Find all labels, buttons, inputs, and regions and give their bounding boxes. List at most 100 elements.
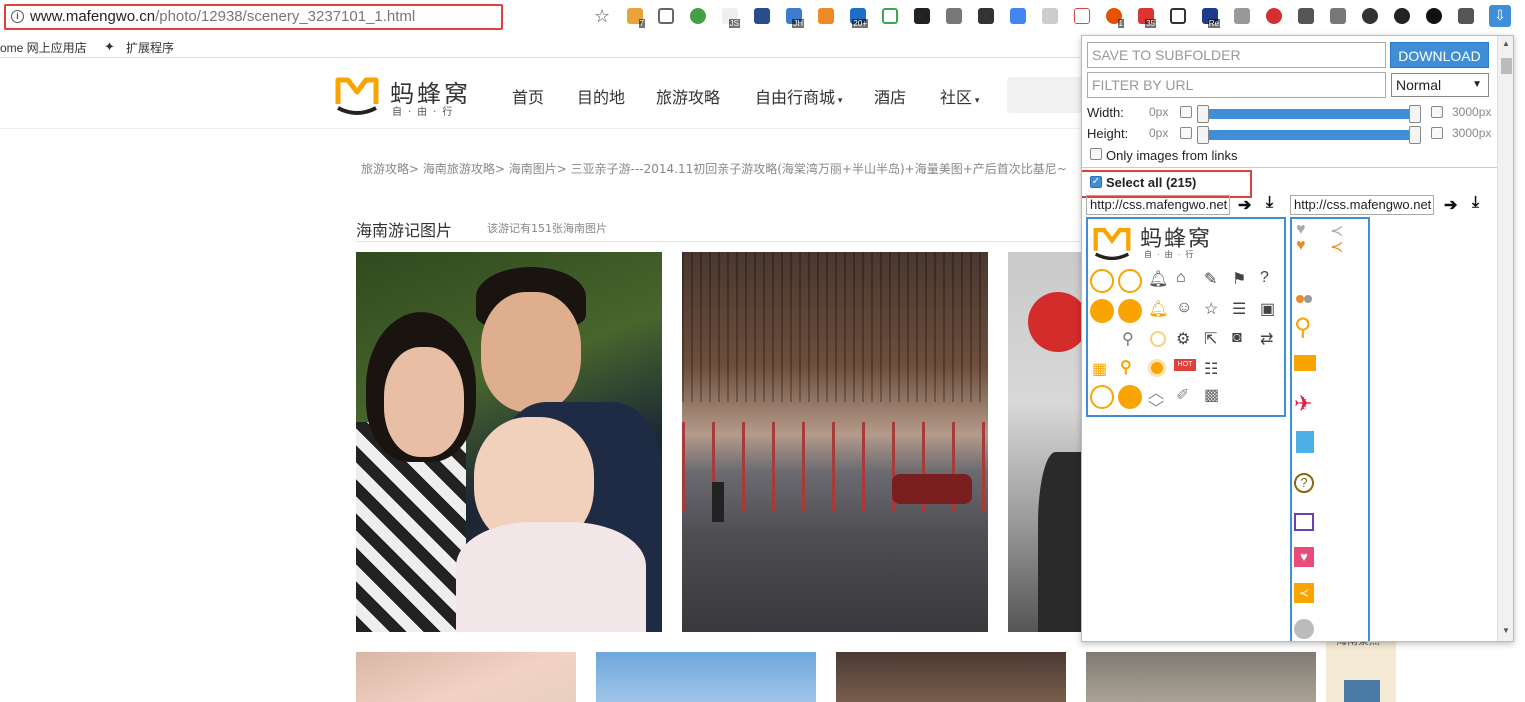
filter-url-input[interactable]: FILTER BY URL: [1087, 72, 1386, 98]
extension-download-icon[interactable]: [946, 8, 962, 24]
extension-badge-35-icon[interactable]: 35: [1138, 8, 1156, 28]
download-button[interactable]: DOWNLOAD: [1390, 42, 1489, 68]
info-icon[interactable]: i: [11, 10, 24, 23]
extension-calendar-icon[interactable]: 7: [627, 8, 645, 28]
extension-planet-icon[interactable]: [1362, 8, 1378, 24]
extension-grid-icon[interactable]: [1234, 8, 1250, 24]
size-mode-select[interactable]: Normal ▼: [1391, 73, 1489, 97]
dot-orange-icon: [1296, 295, 1304, 303]
scrollbar-thumb[interactable]: [1501, 58, 1512, 74]
bookmark-star-icon[interactable]: ☆: [594, 6, 610, 27]
nav-hotels[interactable]: 酒店: [874, 84, 906, 108]
nav-community[interactable]: 社区 ▾: [940, 84, 979, 108]
image-downloader-extension-icon[interactable]: ⇩: [1489, 5, 1511, 27]
photo-row2-2[interactable]: [596, 652, 816, 702]
weibo-filled-icon: [1090, 299, 1114, 323]
image-preview-2[interactable]: ♥ ≺ ♥ ≺ ⚲ ✈ ? ♥ ≺: [1290, 217, 1370, 641]
extension-js-icon[interactable]: JS: [722, 8, 740, 28]
width-min-checkbox[interactable]: [1180, 106, 1192, 118]
bookmark-webstore[interactable]: ome 网上应用店: [0, 39, 87, 56]
nav-guides[interactable]: 旅游攻略: [656, 84, 720, 108]
height-max-checkbox[interactable]: [1431, 127, 1443, 139]
photo-row2-4[interactable]: [1086, 652, 1316, 702]
extension-v-icon[interactable]: [1330, 8, 1346, 24]
popup-scrollbar[interactable]: ▲ ▼: [1497, 36, 1513, 641]
pencil-icon: ✐: [1176, 387, 1190, 404]
photo-row2-3[interactable]: [836, 652, 1066, 702]
scroll-down-icon[interactable]: ▼: [1502, 626, 1510, 635]
extension-20plus-icon[interactable]: 20+: [850, 8, 868, 28]
height-max-handle[interactable]: [1409, 126, 1421, 144]
image-url-field-2[interactable]: http://css.mafengwo.net: [1290, 195, 1434, 215]
extension-ghost-icon[interactable]: [914, 8, 930, 24]
nav-mall[interactable]: 自由行商城 ▾: [755, 84, 842, 108]
extension-arrow-icon[interactable]: [754, 8, 770, 24]
photo-airport[interactable]: [682, 252, 988, 632]
open-arrow-icon[interactable]: ➔: [1238, 195, 1251, 215]
height-min-checkbox[interactable]: [1180, 127, 1192, 139]
height-label: Height:: [1087, 126, 1129, 141]
url-path: /photo/12938/scenery_3237101_1.html: [155, 8, 416, 25]
url-host: www.mafengwo.cn: [30, 8, 156, 25]
chevron-down-icon: ▾: [835, 96, 843, 106]
extension-orange-icon[interactable]: [818, 8, 834, 24]
extension-re-icon[interactable]: Re: [1202, 8, 1220, 28]
extension-badge-text: JH: [792, 19, 804, 28]
mafengwo-logo-icon: [1093, 228, 1131, 261]
site-search-input[interactable]: [1007, 77, 1087, 113]
height-min-handle[interactable]: [1197, 126, 1209, 144]
nav-home[interactable]: 首页: [512, 84, 544, 108]
extension-k-icon[interactable]: [1170, 8, 1186, 24]
edit-icon: ✎: [1204, 271, 1218, 288]
extension-badge-text: 1: [1117, 19, 1124, 28]
flag-icon: ⚑: [1232, 271, 1247, 288]
image-preview-1[interactable]: 蚂蜂窝 自·由·行 🔔︎ ⌂ ✎ ⚑ ? 🔔︎ ☺ ☆ ☰ ▣ ⚲ ⚙ ⇱ ◙ …: [1086, 217, 1286, 418]
photo-row2-1[interactable]: [356, 652, 576, 702]
extension-orange-circle-icon[interactable]: 1: [1106, 8, 1124, 28]
section-title: 海南游记图片: [356, 221, 453, 240]
image-icon: [1294, 513, 1314, 531]
width-min-handle[interactable]: [1197, 105, 1209, 123]
bell-icon: 🔔︎: [1148, 271, 1169, 288]
mafengwo-logo-icon[interactable]: [334, 74, 380, 116]
download-icon[interactable]: ⤓: [1266, 194, 1273, 212]
only-links-checkbox[interactable]: [1090, 148, 1102, 160]
extension-green-dot-icon[interactable]: [690, 8, 706, 24]
scroll-up-icon[interactable]: ▲: [1502, 39, 1510, 48]
nav-destinations[interactable]: 目的地: [577, 84, 625, 108]
url-field[interactable]: i www.mafengwo.cn/photo/12938/scenery_32…: [4, 4, 503, 30]
extension-refresh-icon[interactable]: [1394, 8, 1410, 24]
select-all-checkbox[interactable]: ✓: [1090, 176, 1102, 188]
camera-icon: ◙: [1232, 329, 1242, 346]
extension-car-icon[interactable]: [1458, 8, 1474, 24]
extension-page-icon[interactable]: [1042, 8, 1058, 24]
notebook-icon: [1296, 431, 1314, 453]
extension-translate-icon[interactable]: [1010, 8, 1026, 24]
extension-pen-icon[interactable]: [1074, 8, 1090, 24]
extension-bird-icon[interactable]: [1298, 8, 1314, 24]
home-icon: ⌂: [1176, 269, 1186, 286]
subfolder-input[interactable]: SAVE TO SUBFOLDER: [1087, 42, 1386, 68]
photo-family[interactable]: [356, 252, 662, 632]
width-slider-track[interactable]: [1200, 109, 1416, 119]
download-icon[interactable]: ⤓: [1472, 194, 1479, 212]
preview-logo-sub: 自·由·行: [1144, 250, 1199, 259]
extension-jh-icon[interactable]: JH: [786, 8, 804, 28]
chevron-down-icon: ﹀: [1148, 401, 1165, 418]
image-url-field-1[interactable]: http://css.mafengwo.net: [1086, 195, 1230, 215]
extension-gesture-icon[interactable]: [978, 8, 994, 24]
extension-face-icon[interactable]: [1426, 8, 1442, 24]
circle-icon: [1150, 331, 1166, 347]
width-max-handle[interactable]: [1409, 105, 1421, 123]
extension-wave-icon[interactable]: [882, 8, 898, 24]
height-slider-track[interactable]: [1200, 130, 1416, 140]
select-all-label: Select all (215): [1106, 175, 1197, 190]
open-arrow-icon[interactable]: ➔: [1444, 195, 1457, 215]
extension-power-icon[interactable]: [1266, 8, 1282, 24]
bookmark-extensions[interactable]: 扩展程序: [126, 39, 174, 56]
route-icon: ⇄: [1260, 331, 1274, 348]
photo-terminal[interactable]: [1008, 252, 1082, 632]
extension-qr-icon[interactable]: [658, 8, 674, 24]
chevron-down-icon: ▼: [1472, 79, 1482, 90]
width-max-checkbox[interactable]: [1431, 106, 1443, 118]
